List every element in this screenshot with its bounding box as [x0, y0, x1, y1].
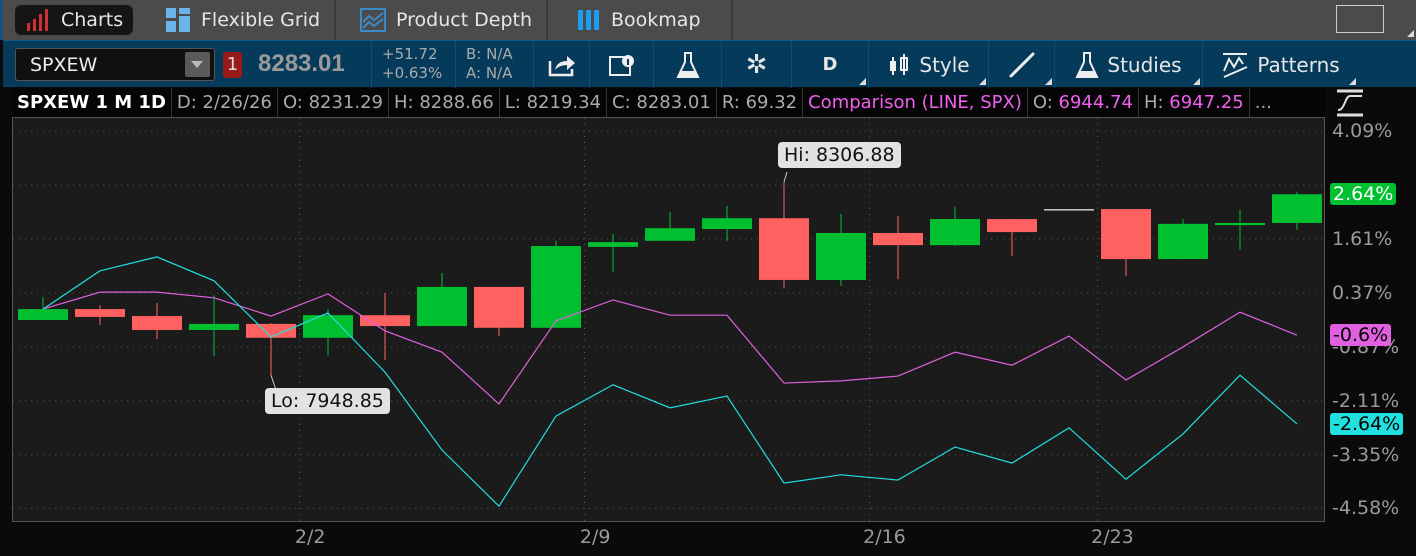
candle-body — [75, 309, 125, 317]
candle-body — [1044, 209, 1094, 211]
candle-body — [360, 315, 410, 327]
price-chart — [13, 118, 1325, 521]
candle-body — [816, 232, 866, 280]
cyan-comparison-line — [42, 256, 1298, 508]
candle-body — [474, 286, 524, 328]
candle-body — [132, 316, 182, 330]
candle-body — [873, 232, 923, 246]
y-tick-label: -3.35% — [1332, 443, 1400, 466]
last-price-badge: 2.64% — [1330, 183, 1397, 206]
y-tick-label: -2.11% — [1332, 389, 1400, 412]
high-annotation: Hi: 8306.88 — [778, 142, 901, 168]
x-tick-label: 2/16 — [863, 526, 906, 548]
y-tick-label: -4.58% — [1332, 497, 1400, 520]
candle-body — [303, 315, 353, 338]
candle-body — [987, 219, 1037, 233]
candle-body — [18, 309, 68, 320]
candle-body — [1101, 209, 1151, 260]
candle-body — [246, 323, 296, 338]
candle-body — [531, 246, 581, 328]
candle-body — [1215, 222, 1265, 226]
y-tick-label: 0.37% — [1332, 282, 1393, 304]
candle-body — [588, 242, 638, 247]
cyan-last-badge: -2.64% — [1330, 412, 1404, 435]
high-pointer — [783, 171, 788, 183]
candle-body — [930, 219, 980, 246]
x-tick-label: 2/23 — [1091, 526, 1134, 548]
candle-body — [417, 286, 467, 327]
spx-last-badge: -0.6% — [1330, 324, 1392, 347]
candle-body — [1158, 223, 1208, 260]
candle-body — [759, 218, 809, 280]
price-axis[interactable]: 4.09% 1.61% 0.37% -0.87% -2.11% -3.35% -4.58% 2… — [1326, 117, 1416, 527]
y-tick-label: 4.09% — [1332, 120, 1393, 143]
x-tick-label: 2/2 — [294, 526, 326, 548]
candle-body — [189, 323, 239, 330]
spx-comparison-line — [42, 291, 1298, 405]
low-annotation: Lo: 7948.85 — [265, 388, 390, 414]
x-tick-label: 2/9 — [579, 526, 611, 548]
candle-body — [702, 218, 752, 230]
candle-body — [1272, 194, 1322, 223]
y-tick-label: 1.61% — [1332, 228, 1393, 251]
candle-body — [645, 228, 695, 241]
